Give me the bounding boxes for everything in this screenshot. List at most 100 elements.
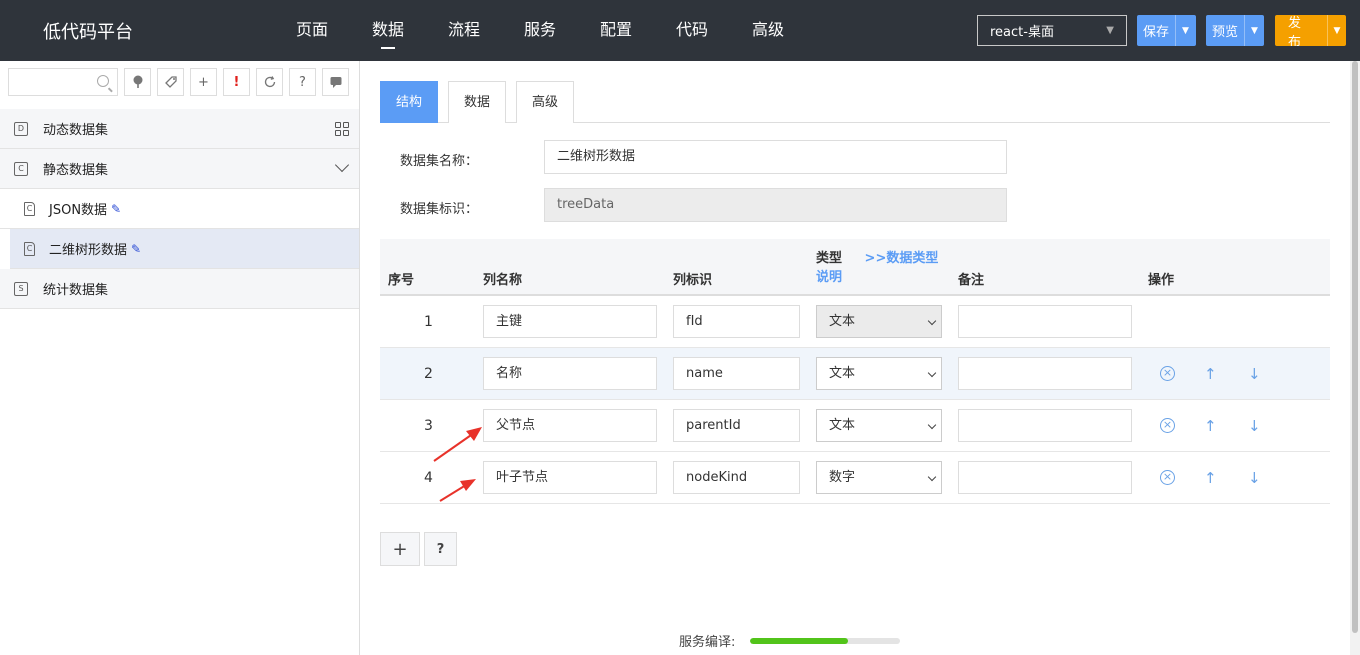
column-key-input[interactable]: fId xyxy=(673,305,800,338)
column-note-input[interactable] xyxy=(958,305,1132,338)
question-icon[interactable]: ? xyxy=(289,68,316,96)
publish-button[interactable]: 发布 ▼ xyxy=(1275,15,1346,46)
data-type-desc-link[interactable]: 说明 xyxy=(816,270,842,285)
header-index: 序号 xyxy=(388,273,415,288)
move-down-icon[interactable]: ↓ xyxy=(1248,365,1261,383)
add-column-button[interactable]: + xyxy=(380,532,420,566)
service-compile-status: 服务编译: xyxy=(679,631,901,650)
delete-row-icon[interactable]: × xyxy=(1160,470,1175,485)
column-type-select[interactable]: 文本 xyxy=(816,409,942,442)
app-brand: 低代码平台 xyxy=(43,22,133,43)
column-note-input[interactable] xyxy=(958,409,1132,442)
grid-icon[interactable] xyxy=(335,122,349,136)
nav-config[interactable]: 配置 xyxy=(578,0,654,61)
preview-dropdown-caret-icon[interactable]: ▼ xyxy=(1244,15,1264,46)
publish-dropdown-caret-icon[interactable]: ▼ xyxy=(1326,15,1346,46)
move-up-icon[interactable]: ↑ xyxy=(1204,365,1217,383)
column-name-input[interactable]: 父节点 xyxy=(483,409,657,442)
column-type-select[interactable]: 文本 xyxy=(816,357,942,390)
top-bar: 低代码平台 页面 数据 流程 服务 配置 代码 高级 react-桌面 ▼ 保存… xyxy=(0,0,1360,61)
search-icon xyxy=(97,75,109,87)
move-up-icon[interactable]: ↑ xyxy=(1204,469,1217,487)
pencil-icon[interactable]: ✎ xyxy=(111,202,121,216)
dataset-name-label: 数据集名称： xyxy=(400,154,479,169)
column-type-value: 文本 xyxy=(829,366,856,381)
header-ops: 操作 xyxy=(1148,273,1175,288)
nav-page[interactable]: 页面 xyxy=(274,0,350,61)
delete-row-icon[interactable]: × xyxy=(1160,366,1175,381)
delete-row-icon[interactable]: × xyxy=(1160,418,1175,433)
nav-data[interactable]: 数据 xyxy=(350,0,426,61)
column-key-input[interactable]: name xyxy=(673,357,800,390)
exclamation-icon[interactable]: ! xyxy=(223,68,250,96)
comment-icon[interactable] xyxy=(322,68,349,96)
scrollbar-thumb[interactable] xyxy=(1352,61,1358,633)
tree-dynamic-label: 动态数据集 xyxy=(43,123,109,138)
file-icon: C xyxy=(24,241,35,256)
plus-icon[interactable]: + xyxy=(190,68,217,96)
publish-button-label: 发布 xyxy=(1288,15,1302,47)
nav-service[interactable]: 服务 xyxy=(502,0,578,61)
tree-stats-dataset[interactable]: S 统计数据集 xyxy=(0,269,359,309)
folder-icon: D xyxy=(14,121,28,136)
help-button[interactable]: ? xyxy=(424,532,457,566)
dataset-name-input[interactable]: 二维树形数据 xyxy=(544,140,1007,174)
chevron-down-icon xyxy=(927,368,937,378)
chevron-down-icon xyxy=(927,472,937,482)
table-row: 1 主键 fId 文本 xyxy=(380,296,1330,348)
data-type-link[interactable]: >>数据类型 xyxy=(865,251,939,266)
save-dropdown-caret-icon[interactable]: ▼ xyxy=(1175,15,1195,46)
move-up-icon[interactable]: ↑ xyxy=(1204,417,1217,435)
tree-item-json-label: JSON数据 xyxy=(49,203,108,218)
move-down-icon[interactable]: ↓ xyxy=(1248,417,1261,435)
chevron-down-icon[interactable] xyxy=(334,157,350,173)
annotation-arrow-icon xyxy=(433,427,482,462)
folder-icon: C xyxy=(14,161,28,176)
preview-button[interactable]: 预览 ▼ xyxy=(1206,15,1264,46)
tab-advanced[interactable]: 高级 xyxy=(516,81,575,123)
table-row: 4 叶子节点 nodeKind 数字 × ↑ ↓ xyxy=(380,452,1330,504)
environment-select[interactable]: react-桌面 ▼ xyxy=(977,15,1127,46)
column-key-input[interactable]: parentId xyxy=(673,409,800,442)
table-row: 3 父节点 parentId 文本 × ↑ ↓ xyxy=(380,400,1330,452)
move-down-icon[interactable]: ↓ xyxy=(1248,469,1261,487)
header-type-label: 类型 xyxy=(816,251,843,266)
column-note-input[interactable] xyxy=(958,461,1132,494)
sidebar-search-input[interactable] xyxy=(8,68,118,96)
nav-code[interactable]: 代码 xyxy=(654,0,730,61)
annotation-arrow-icon xyxy=(439,479,476,502)
column-name-input[interactable]: 名称 xyxy=(483,357,657,390)
tab-data[interactable]: 数据 xyxy=(448,81,507,123)
tree-item-tree-data-label: 二维树形数据 xyxy=(49,243,128,258)
row-index: 1 xyxy=(424,314,433,330)
tab-structure[interactable]: 结构 xyxy=(380,81,439,123)
save-button[interactable]: 保存 ▼ xyxy=(1137,15,1196,46)
table-header: 序号 列名称 列标识 类型 >>数据类型 说明 备注 操作 xyxy=(380,239,1330,296)
tree-item-json[interactable]: C JSON数据 ✎ xyxy=(0,189,359,229)
header-key: 列标识 xyxy=(673,273,713,288)
tab-bar: 结构 数据 高级 xyxy=(380,81,1330,123)
column-note-input[interactable] xyxy=(958,357,1132,390)
column-type-select[interactable]: 数字 xyxy=(816,461,942,494)
tree-dynamic-dataset[interactable]: D 动态数据集 xyxy=(0,109,359,149)
pencil-icon[interactable]: ✎ xyxy=(131,242,141,256)
compile-progress-bar xyxy=(750,637,901,644)
dataset-id-input: treeData xyxy=(544,188,1007,222)
nav-flow[interactable]: 流程 xyxy=(426,0,502,61)
tree-static-dataset[interactable]: C 静态数据集 xyxy=(0,149,359,189)
column-name-input[interactable]: 叶子节点 xyxy=(483,461,657,494)
refresh-icon[interactable] xyxy=(256,68,283,96)
header-name: 列名称 xyxy=(483,273,523,288)
tree-static-label: 静态数据集 xyxy=(43,163,109,178)
tree-item-tree-data[interactable]: C 二维树形数据 ✎ xyxy=(10,229,359,269)
tag-icon[interactable] xyxy=(157,68,184,96)
tree-icon[interactable] xyxy=(124,68,151,96)
sidebar-toolbar: + ! ? xyxy=(8,68,355,96)
chevron-down-icon xyxy=(927,420,937,430)
column-name-input[interactable]: 主键 xyxy=(483,305,657,338)
file-icon: C xyxy=(24,201,35,216)
column-type-value: 文本 xyxy=(829,314,856,329)
nav-advanced[interactable]: 高级 xyxy=(730,0,806,61)
column-key-input[interactable]: nodeKind xyxy=(673,461,800,494)
page-scrollbar[interactable] xyxy=(1350,61,1360,655)
